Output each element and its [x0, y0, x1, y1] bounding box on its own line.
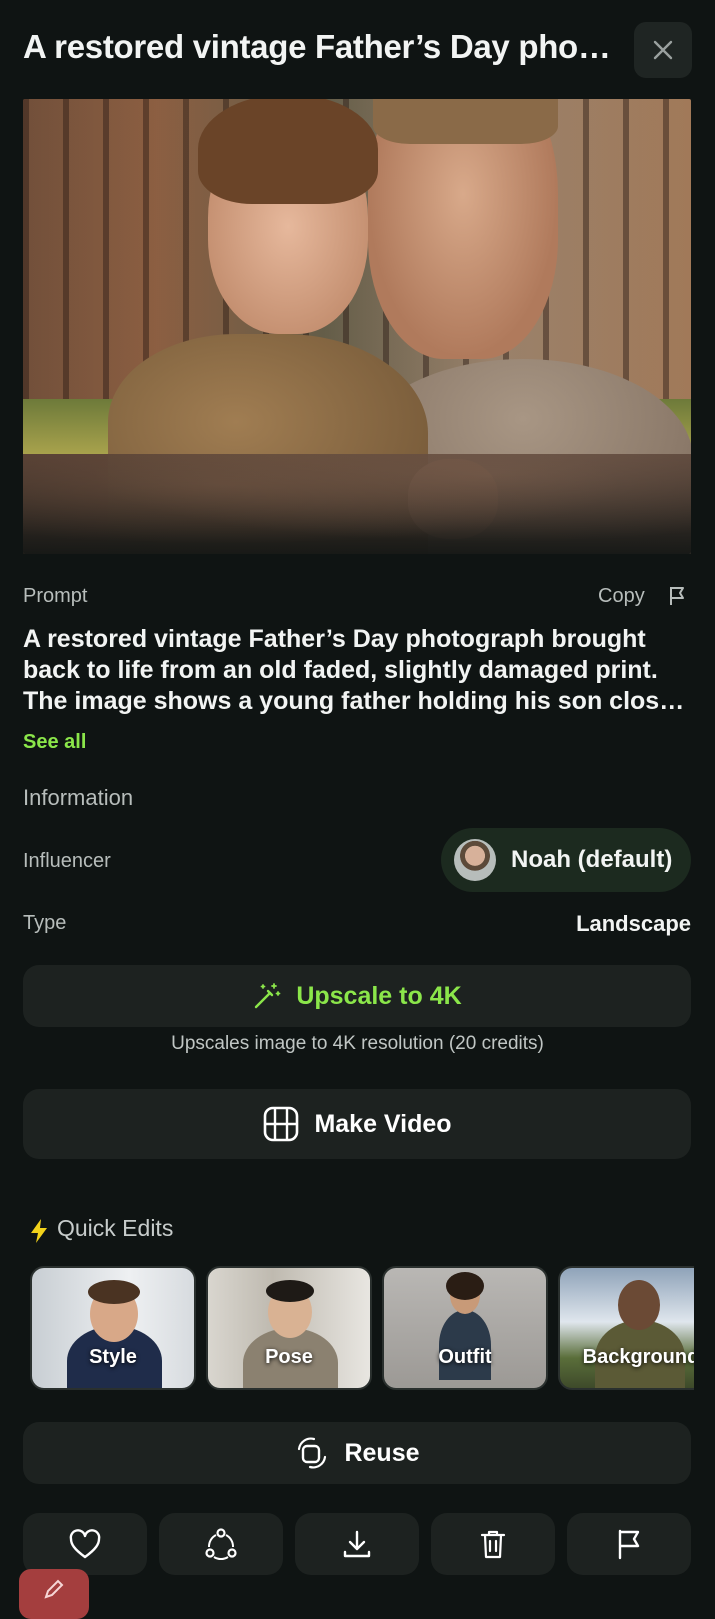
download-icon: [343, 1530, 371, 1558]
influencer-chip[interactable]: Noah (default): [441, 828, 691, 892]
lightning-icon: [31, 1219, 47, 1243]
report-flag-icon[interactable]: [668, 585, 688, 607]
quick-edit-label: Style: [89, 1346, 137, 1368]
like-button[interactable]: [23, 1513, 147, 1575]
magic-wand-icon: [255, 983, 281, 1009]
upscale-label: Upscale to 4K: [296, 981, 462, 1010]
reuse-icon: [298, 1437, 327, 1469]
information-heading: Information: [23, 785, 134, 810]
film-icon: [264, 1106, 299, 1142]
influencer-label: Influencer: [23, 850, 111, 872]
trash-icon: [480, 1530, 506, 1559]
type-value: Landscape: [576, 911, 691, 936]
upscale-button[interactable]: Upscale to 4K: [23, 965, 691, 1027]
influencer-avatar: [454, 839, 496, 881]
quick-edit-label: Background: [582, 1346, 694, 1368]
quick-edit-background[interactable]: Background: [558, 1266, 694, 1390]
copy-button[interactable]: Copy: [598, 585, 645, 608]
type-label: Type: [23, 912, 67, 934]
close-button[interactable]: [634, 22, 692, 78]
flag-icon: [618, 1529, 640, 1560]
quick-edit-label: Pose: [265, 1346, 313, 1368]
reuse-label: Reuse: [344, 1438, 420, 1467]
page-title: A restored vintage Father’s Day photogra…: [23, 28, 613, 65]
delete-button[interactable]: [431, 1513, 555, 1575]
quick-edits-carousel[interactable]: Style Pose Outfit Background: [30, 1266, 694, 1390]
upscale-note: Upscales image to 4K resolution (20 cred…: [171, 1033, 544, 1054]
pencil-icon: [44, 1579, 64, 1599]
see-all-link[interactable]: See all: [23, 731, 86, 754]
heart-icon: [69, 1529, 101, 1559]
download-button[interactable]: [295, 1513, 419, 1575]
quick-edit-outfit[interactable]: Outfit: [382, 1266, 548, 1390]
quick-edits-title: Quick Edits: [57, 1215, 174, 1241]
prompt-label: Prompt: [23, 585, 88, 607]
make-video-button[interactable]: Make Video: [23, 1089, 691, 1159]
share-button[interactable]: [159, 1513, 283, 1575]
influencer-name: Noah (default): [511, 846, 673, 873]
share-icon: [205, 1528, 237, 1560]
quick-edit-label: Outfit: [438, 1346, 492, 1368]
quick-edit-style[interactable]: Style: [30, 1266, 196, 1390]
generated-image[interactable]: [23, 99, 691, 554]
make-video-label: Make Video: [314, 1109, 452, 1138]
reuse-button[interactable]: Reuse: [23, 1422, 691, 1484]
prompt-text: A restored vintage Father’s Day photogra…: [23, 625, 674, 715]
close-icon: [653, 40, 673, 60]
report-button[interactable]: [567, 1513, 691, 1575]
quick-edit-pose[interactable]: Pose: [206, 1266, 372, 1390]
floating-edit-button[interactable]: [19, 1569, 89, 1619]
